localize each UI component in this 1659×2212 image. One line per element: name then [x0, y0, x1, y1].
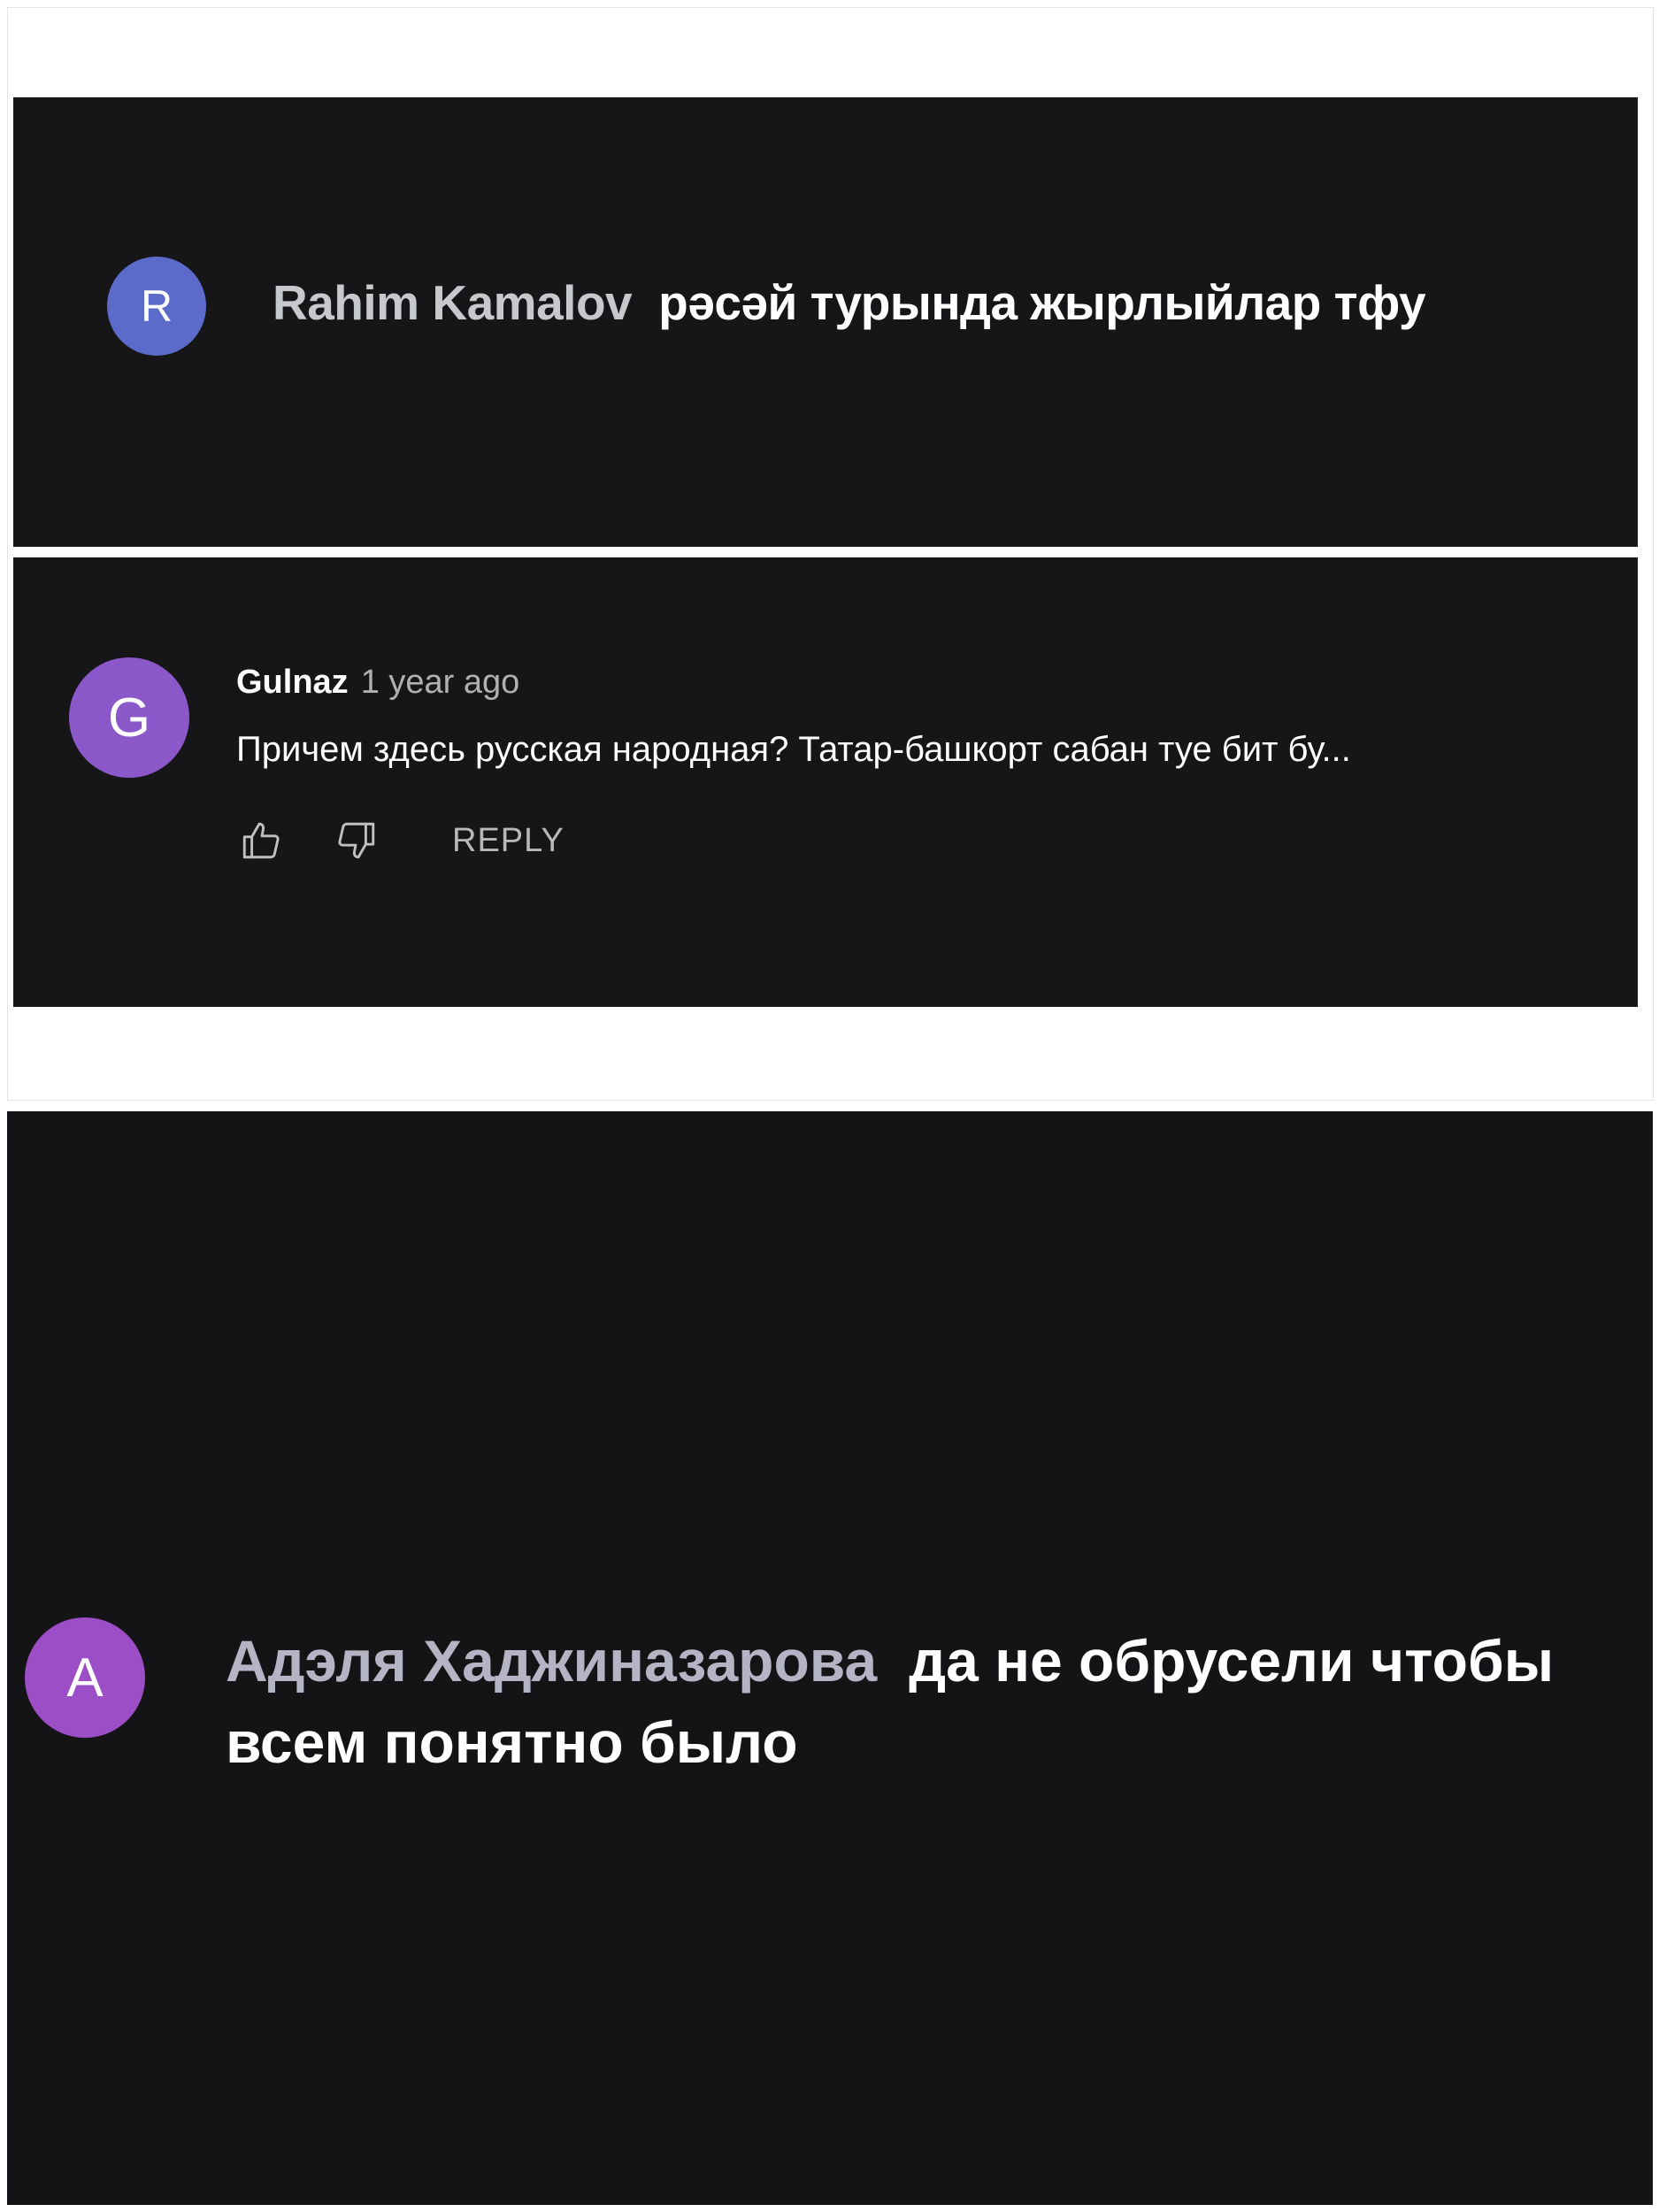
comment-panel-adelya: A Адэля Хаджиназарова да не обрусели чтоб…	[7, 1111, 1653, 2205]
avatar-letter: R	[140, 281, 173, 331]
comment-panel-gulnaz: G Gulnaz 1 year ago Причем здесь русская …	[13, 557, 1638, 1007]
comment-text: Причем здесь русская народная? Татар-баш…	[236, 730, 1351, 769]
comment-author[interactable]: Rahim Kamalov	[273, 275, 633, 330]
avatar[interactable]: A	[25, 1617, 145, 1738]
comment-line: Адэля Хаджиназарова да не обрусели чтобы …	[226, 1620, 1641, 1783]
comment-line: Rahim Kamalov рәсәй турында жырлыйлар тфу	[273, 274, 1426, 331]
comment-author[interactable]: Адэля Хаджиназарова	[226, 1628, 877, 1694]
thumbs-down-icon[interactable]	[332, 816, 381, 865]
avatar-letter: G	[107, 687, 151, 749]
reply-button[interactable]: REPLY	[452, 822, 565, 860]
avatar[interactable]: G	[69, 657, 189, 778]
comment-panel-rahim: R Rahim Kamalov рәсәй турында жырлыйлар т…	[13, 97, 1638, 547]
comment-author[interactable]: Gulnaz	[236, 664, 349, 701]
avatar-letter: A	[66, 1647, 104, 1709]
comment-text: рәсәй турында жырлыйлар тфу	[658, 275, 1426, 330]
avatar[interactable]: R	[107, 257, 206, 356]
comment-timestamp[interactable]: 1 year ago	[361, 664, 520, 701]
comment-actions: REPLY	[236, 814, 565, 867]
thumbs-up-icon[interactable]	[236, 816, 286, 865]
comment-header: Gulnaz 1 year ago	[236, 664, 519, 702]
